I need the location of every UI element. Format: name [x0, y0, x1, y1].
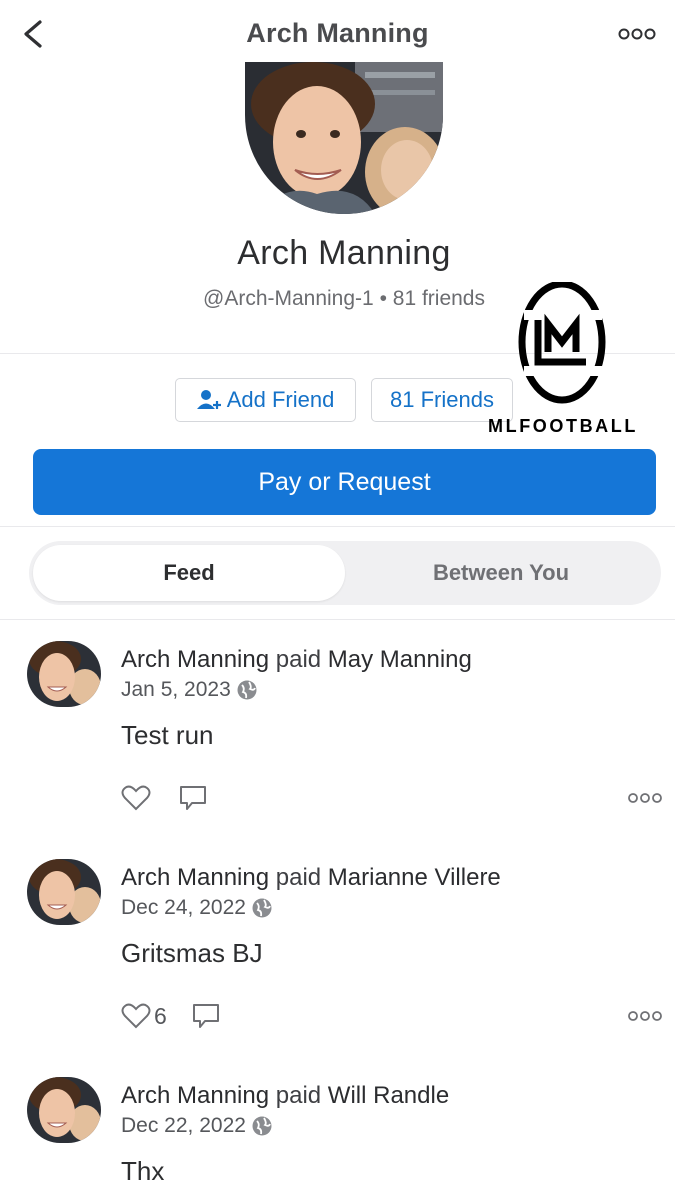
transaction-actions: 6: [121, 1001, 221, 1031]
comment-icon[interactable]: [178, 784, 208, 812]
tab-feed[interactable]: Feed: [33, 545, 345, 601]
payer-name[interactable]: Arch Manning: [121, 1082, 269, 1109]
payee-name[interactable]: Will Randle: [328, 1082, 449, 1109]
globe-icon: [252, 1116, 272, 1136]
comment-icon[interactable]: [191, 1002, 221, 1030]
pay-or-request-label: Pay or Request: [258, 467, 431, 496]
payee-name[interactable]: May Manning: [328, 646, 472, 673]
transaction-date-row: Dec 24, 2022: [121, 896, 273, 920]
separator-dot: •: [379, 287, 387, 310]
add-person-icon: [196, 390, 221, 409]
divider: [0, 619, 675, 620]
payer-name[interactable]: Arch Manning: [121, 646, 269, 673]
like-button[interactable]: [121, 784, 154, 812]
globe-icon: [252, 898, 272, 918]
profile-name: Arch Manning: [237, 234, 451, 272]
like-count: 6: [154, 1002, 167, 1029]
payee-name[interactable]: Marianne Villere: [328, 864, 501, 891]
like-button[interactable]: 6: [121, 1002, 167, 1030]
feed-item[interactable]: Arch Manning paid May Manning Jan 5, 202…: [0, 641, 675, 821]
avatar[interactable]: [27, 641, 101, 707]
add-friend-button[interactable]: Add Friend: [175, 378, 356, 422]
globe-icon: [237, 680, 257, 700]
transaction-date: Dec 24, 2022: [121, 896, 246, 919]
transaction-verb: paid: [275, 1082, 322, 1109]
watermark-text: MLFOOTBALL: [488, 416, 638, 436]
more-horizontal-icon[interactable]: [617, 22, 657, 46]
payer-name[interactable]: Arch Manning: [121, 864, 269, 891]
transaction-note: Gritsmas BJ: [121, 938, 263, 968]
more-horizontal-icon[interactable]: [627, 791, 663, 805]
transaction-title: Arch Manning paid May Manning: [121, 646, 472, 674]
transaction-date: Jan 5, 2023: [121, 678, 231, 701]
add-friend-label: Add Friend: [226, 387, 335, 412]
tab-between-you[interactable]: Between You: [345, 545, 657, 601]
transaction-actions: [121, 783, 208, 813]
transaction-note: Thx: [121, 1156, 165, 1186]
profile-friends-count[interactable]: 81 friends: [393, 287, 485, 310]
feed-item[interactable]: Arch Manning paid Will Randle Dec 22, 20…: [0, 1077, 675, 1200]
transaction-verb: paid: [275, 646, 322, 673]
transaction-date-row: Dec 22, 2022: [121, 1114, 273, 1138]
page-title: Arch Manning: [246, 18, 429, 48]
transaction-note: Test run: [121, 720, 214, 750]
transaction-title: Arch Manning paid Marianne Villere: [121, 864, 501, 892]
transaction-title: Arch Manning paid Will Randle: [121, 1082, 449, 1110]
divider: [0, 526, 675, 527]
transaction-date: Dec 22, 2022: [121, 1114, 246, 1137]
pay-or-request-button[interactable]: Pay or Request: [33, 449, 656, 515]
transaction-verb: paid: [275, 864, 322, 891]
transaction-date-row: Jan 5, 2023: [121, 678, 258, 702]
avatar[interactable]: [27, 1077, 101, 1143]
feed-tabs: Feed Between You: [29, 541, 661, 605]
heart-icon: [121, 1003, 151, 1029]
feed-item[interactable]: Arch Manning paid Marianne Villere Dec 2…: [0, 859, 675, 1039]
heart-icon: [121, 785, 151, 811]
top-bar: Arch Manning: [0, 0, 675, 66]
profile-username: @Arch-Manning-1: [203, 287, 374, 310]
avatar[interactable]: [27, 859, 101, 925]
profile-avatar: [245, 62, 443, 214]
more-horizontal-icon[interactable]: [627, 1009, 663, 1023]
